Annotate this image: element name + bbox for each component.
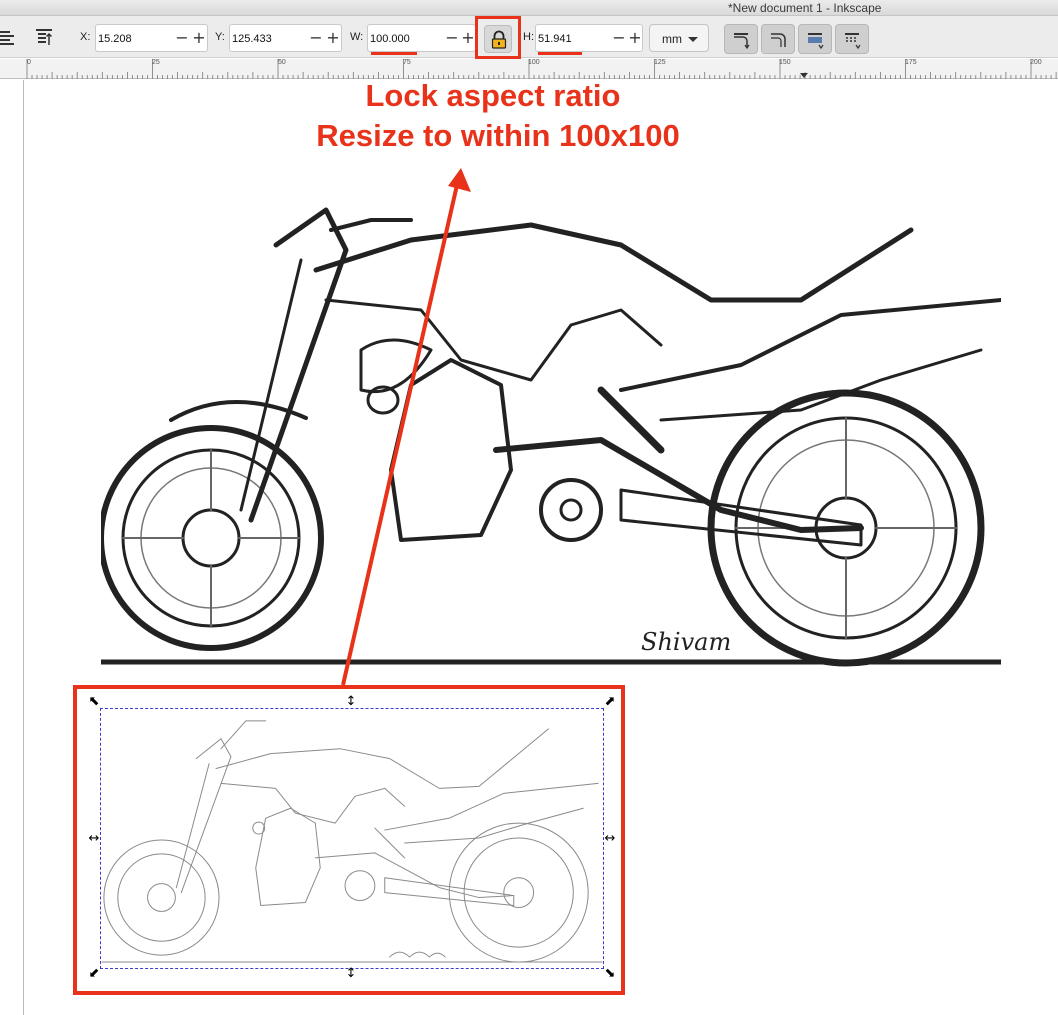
y-field: − + [229,24,342,52]
select-tool-toolbar: X: − + Y: − + W: − + H: − + [0,16,1058,59]
move-gradients-button[interactable] [798,24,832,54]
units-dropdown[interactable]: mm [649,24,709,52]
scale-handle-bottom[interactable]: ↕ [344,967,358,981]
ruler-label: 0 [27,59,31,66]
ruler-label: 25 [152,59,160,66]
scale-handle-left[interactable]: ↔ [87,832,101,846]
w-highlight-underline [371,52,417,55]
y-increment-button[interactable]: + [326,28,340,48]
w-input[interactable] [370,30,444,48]
scale-handle-bottom-right[interactable]: ⬊ [603,967,617,981]
x-input[interactable] [98,30,172,48]
ruler-label: 75 [403,59,411,66]
h-highlight-underline [538,52,582,55]
ruler-label: 125 [654,59,666,66]
h-field: − + [535,24,643,55]
drawing-canvas[interactable]: Lock aspect ratio Resize to within 100x1… [25,78,1058,1015]
h-decrement-button[interactable]: − [612,28,626,48]
scale-handle-bottom-left[interactable]: ⬋ [87,967,101,981]
annotation-line-2: Resize to within 100x100 [316,118,680,153]
annotation-line-1: Lock aspect ratio [365,78,621,113]
gradient-icon [808,33,824,50]
traced-motorcycle-path[interactable] [100,708,604,969]
pattern-icon [845,33,861,50]
signature-text: Shivam [641,628,731,656]
ruler-label: 50 [278,59,286,66]
w-field: − + [367,24,476,55]
ruler-label: 200 [1030,59,1042,66]
ruler-label: 175 [905,59,917,66]
units-label: mm [662,32,682,46]
title-bar: *New document 1 - Inkscape [0,0,1058,16]
ruler-label: 150 [779,59,791,66]
scale-handle-top[interactable]: ↕ [344,695,358,709]
h-label: H: [523,31,534,43]
scale-handle-top-left[interactable]: ⬉ [87,695,101,709]
w-label: W: [350,31,364,43]
lock-icon [491,30,507,49]
scale-handle-right[interactable]: ↔ [603,832,617,846]
horizontal-ruler[interactable]: 0 25 50 75 100 125 150 175 200 [0,59,1058,79]
x-label: X: [80,31,91,43]
x-decrement-button[interactable]: − [175,28,189,48]
scale-corners-button[interactable] [761,24,795,54]
lock-aspect-ratio-button[interactable] [484,25,512,53]
window-title: *New document 1 - Inkscape [728,1,882,15]
ruler-pointer-marker [800,73,808,78]
scale-corners-icon [771,33,786,47]
ruler-label: 100 [528,59,540,66]
raise-to-top-icon[interactable] [36,28,54,46]
w-decrement-button[interactable]: − [445,28,459,48]
scale-stroke-button[interactable] [724,24,758,54]
vertical-ruler[interactable] [0,80,24,1015]
lock-highlight-box [475,16,521,59]
y-input[interactable] [232,30,306,48]
x-increment-button[interactable]: + [192,28,206,48]
scale-handle-top-right[interactable]: ⬈ [603,695,617,709]
x-field: − + [95,24,208,52]
scale-stroke-icon [734,33,750,50]
raise-icon[interactable] [0,28,18,46]
y-decrement-button[interactable]: − [309,28,323,48]
w-increment-button[interactable]: + [461,28,475,48]
h-input[interactable] [538,30,612,48]
move-patterns-button[interactable] [835,24,869,54]
y-label: Y: [215,31,225,43]
motorcycle-sketch-image[interactable]: Shivam [101,150,1001,680]
chevron-down-icon [688,37,698,42]
h-increment-button[interactable]: + [628,28,642,48]
